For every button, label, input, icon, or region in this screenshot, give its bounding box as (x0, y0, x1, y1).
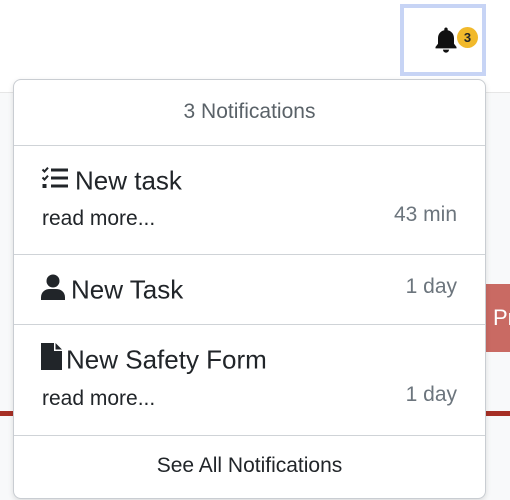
notification-title: New Safety Form (41, 343, 267, 377)
app-screen: 3 Pr 3 Notifications New task read more. (0, 0, 510, 500)
read-more-link[interactable]: read more... (42, 387, 155, 411)
notification-title-text: New Task (71, 274, 184, 305)
notifications-dropdown: 3 Notifications New task read more... 43… (13, 79, 486, 499)
dropdown-header: 3 Notifications (14, 80, 485, 146)
notification-title: New Task (41, 273, 183, 307)
notification-item[interactable]: New task read more... 43 min (14, 145, 485, 255)
tasks-icon (41, 166, 69, 197)
notification-title-text: New Safety Form (66, 344, 267, 375)
file-icon (41, 343, 62, 377)
bell-icon (433, 26, 459, 54)
read-more-link[interactable]: read more... (42, 207, 155, 231)
user-icon (41, 274, 65, 307)
notification-title: New task (41, 164, 182, 197)
notification-title-text: New task (75, 165, 182, 196)
notification-time: 43 min (393, 203, 457, 226)
notification-item[interactable]: New Task 1 day (14, 255, 485, 325)
notification-count-badge: 3 (457, 27, 478, 48)
partial-background-button[interactable]: Pr (486, 284, 510, 352)
notification-item[interactable]: New Safety Form read more... 1 day (14, 325, 485, 436)
notification-time: 1 day (405, 275, 457, 298)
notifications-button[interactable]: 3 (400, 4, 486, 76)
see-all-notifications-link[interactable]: See All Notifications (14, 436, 485, 498)
notification-time: 1 day (405, 383, 457, 406)
